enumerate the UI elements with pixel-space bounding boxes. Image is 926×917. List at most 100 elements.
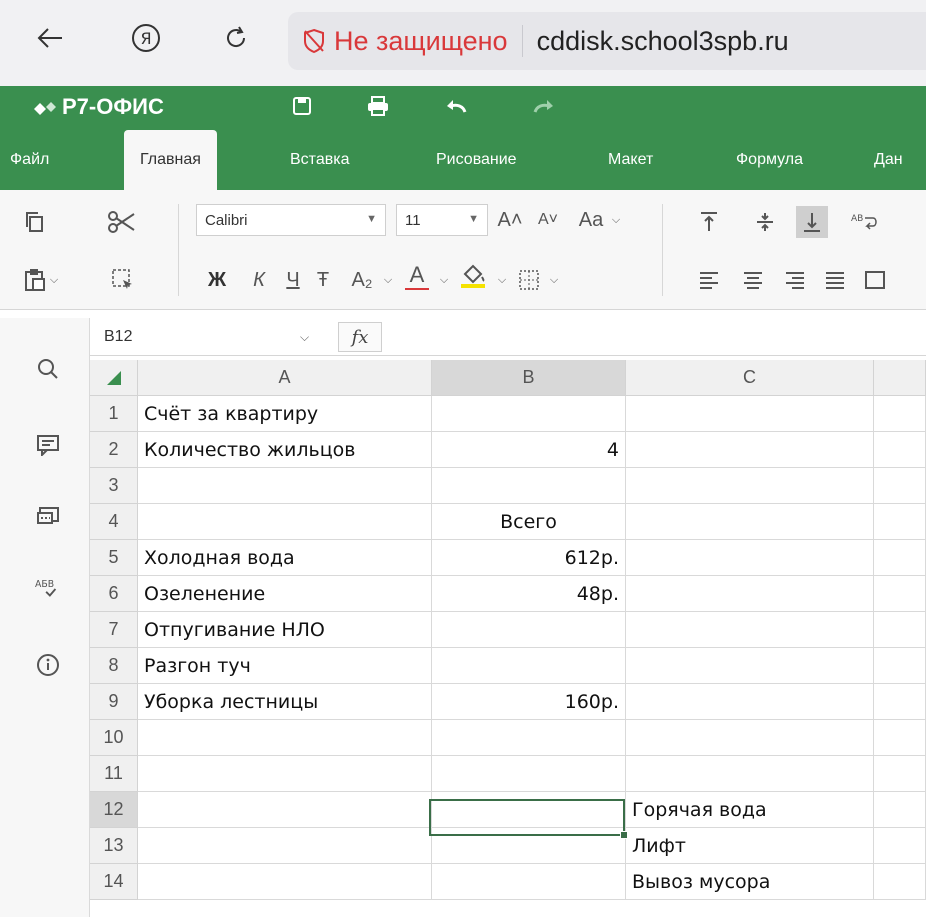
- cell-a[interactable]: [138, 468, 432, 504]
- cell-b[interactable]: [432, 612, 626, 648]
- address-bar[interactable]: Не защищено cddisk.school3spb.ru: [288, 12, 926, 70]
- cell-b[interactable]: 48р.: [432, 576, 626, 612]
- cell-c[interactable]: [626, 648, 874, 684]
- row-header[interactable]: 1: [90, 396, 138, 432]
- save-icon[interactable]: [288, 92, 316, 120]
- cell-b[interactable]: [432, 648, 626, 684]
- cell-a[interactable]: Разгон туч: [138, 648, 432, 684]
- info-icon[interactable]: [35, 652, 61, 678]
- cell-b[interactable]: [432, 756, 626, 792]
- cell-a[interactable]: Озеленение: [138, 576, 432, 612]
- column-header-d[interactable]: [874, 360, 926, 396]
- row-header[interactable]: 5: [90, 540, 138, 576]
- column-header-b[interactable]: B: [432, 360, 626, 396]
- cell-c[interactable]: Горячая вода: [626, 792, 874, 828]
- selected-cell-b12[interactable]: [429, 799, 625, 836]
- subscript-button[interactable]: A₂: [342, 266, 382, 294]
- borders-icon[interactable]: [516, 266, 542, 294]
- cell-d[interactable]: [874, 612, 926, 648]
- cell-b[interactable]: [432, 396, 626, 432]
- align-left-icon[interactable]: [696, 266, 722, 294]
- tab-file[interactable]: Файл: [10, 138, 49, 190]
- cell-a[interactable]: [138, 504, 432, 540]
- cell-a[interactable]: [138, 756, 432, 792]
- cell-c[interactable]: [626, 612, 874, 648]
- yandex-icon[interactable]: Я: [126, 18, 166, 58]
- cell-c[interactable]: [626, 504, 874, 540]
- back-arrow-icon[interactable]: [30, 18, 70, 58]
- chevron-down-icon[interactable]: ⌵: [494, 266, 510, 294]
- cell-d[interactable]: [874, 432, 926, 468]
- chevron-down-icon[interactable]: ⌵: [436, 266, 452, 294]
- cell-d[interactable]: [874, 468, 926, 504]
- underline-button[interactable]: Ч: [280, 266, 306, 294]
- chevron-down-icon[interactable]: ⌵: [546, 266, 562, 294]
- bold-button[interactable]: Ж: [202, 266, 232, 294]
- row-header[interactable]: 6: [90, 576, 138, 612]
- row-header[interactable]: 7: [90, 612, 138, 648]
- cell-c[interactable]: [626, 684, 874, 720]
- cell-b[interactable]: 612р.: [432, 540, 626, 576]
- spellcheck-icon[interactable]: АБВ: [35, 576, 61, 602]
- chevron-down-icon[interactable]: ⌵: [380, 266, 396, 294]
- cell-d[interactable]: [874, 756, 926, 792]
- cell-c[interactable]: Лифт: [626, 828, 874, 864]
- formula-input[interactable]: [390, 322, 920, 352]
- strikethrough-button[interactable]: Ŧ: [310, 266, 336, 294]
- row-header[interactable]: 4: [90, 504, 138, 540]
- redo-icon[interactable]: [530, 92, 558, 120]
- font-color-button[interactable]: A: [402, 262, 432, 290]
- tab-formula[interactable]: Формула: [736, 138, 803, 190]
- copy-icon[interactable]: [20, 208, 48, 236]
- cell-a[interactable]: [138, 720, 432, 756]
- cell-a[interactable]: Отпугивание НЛО: [138, 612, 432, 648]
- justify-icon[interactable]: [822, 266, 848, 294]
- tab-home[interactable]: Главная: [124, 130, 217, 190]
- cell-c[interactable]: [626, 756, 874, 792]
- paste-icon[interactable]: ⌵: [18, 266, 64, 294]
- tab-layout[interactable]: Макет: [608, 138, 653, 190]
- cell-d[interactable]: [874, 648, 926, 684]
- cell-b[interactable]: [432, 720, 626, 756]
- tab-data[interactable]: Дан: [874, 138, 903, 190]
- cell-a[interactable]: [138, 828, 432, 864]
- fill-color-button[interactable]: [456, 262, 490, 290]
- align-center-icon[interactable]: [740, 266, 766, 294]
- fill-handle[interactable]: [620, 831, 628, 839]
- select-all-icon[interactable]: [108, 266, 138, 294]
- cell-c[interactable]: [626, 540, 874, 576]
- cell-d[interactable]: [874, 792, 926, 828]
- comments-icon[interactable]: [35, 432, 61, 458]
- cell-b[interactable]: [432, 468, 626, 504]
- row-header[interactable]: 10: [90, 720, 138, 756]
- cell-b[interactable]: 4: [432, 432, 626, 468]
- cell-d[interactable]: [874, 684, 926, 720]
- row-header[interactable]: 9: [90, 684, 138, 720]
- cell-c[interactable]: [626, 396, 874, 432]
- search-icon[interactable]: [35, 356, 61, 382]
- cell-a[interactable]: [138, 792, 432, 828]
- cell-b[interactable]: [432, 864, 626, 900]
- cell-d[interactable]: [874, 504, 926, 540]
- align-right-icon[interactable]: [782, 266, 808, 294]
- cell-d[interactable]: [874, 540, 926, 576]
- align-middle-icon[interactable]: [752, 208, 778, 236]
- column-header-c[interactable]: C: [626, 360, 874, 396]
- cell-d[interactable]: [874, 396, 926, 432]
- tab-insert[interactable]: Вставка: [290, 138, 349, 190]
- align-bottom-icon[interactable]: [796, 206, 828, 238]
- row-header[interactable]: 2: [90, 432, 138, 468]
- print-icon[interactable]: [364, 92, 392, 120]
- grow-font-icon[interactable]: A˄: [496, 206, 524, 234]
- cell-c[interactable]: [626, 468, 874, 504]
- wrap-text-icon[interactable]: AB: [850, 208, 878, 236]
- cell-d[interactable]: [874, 864, 926, 900]
- cell-name-box[interactable]: B12 ⌵: [94, 322, 334, 352]
- select-all-corner[interactable]: [90, 360, 138, 396]
- chat-icon[interactable]: [35, 504, 61, 530]
- change-case-icon[interactable]: Aa: [574, 206, 608, 234]
- chevron-down-icon[interactable]: ⌵: [608, 206, 624, 234]
- merge-icon[interactable]: [862, 266, 888, 294]
- column-header-a[interactable]: A: [138, 360, 432, 396]
- tab-draw[interactable]: Рисование: [436, 138, 517, 190]
